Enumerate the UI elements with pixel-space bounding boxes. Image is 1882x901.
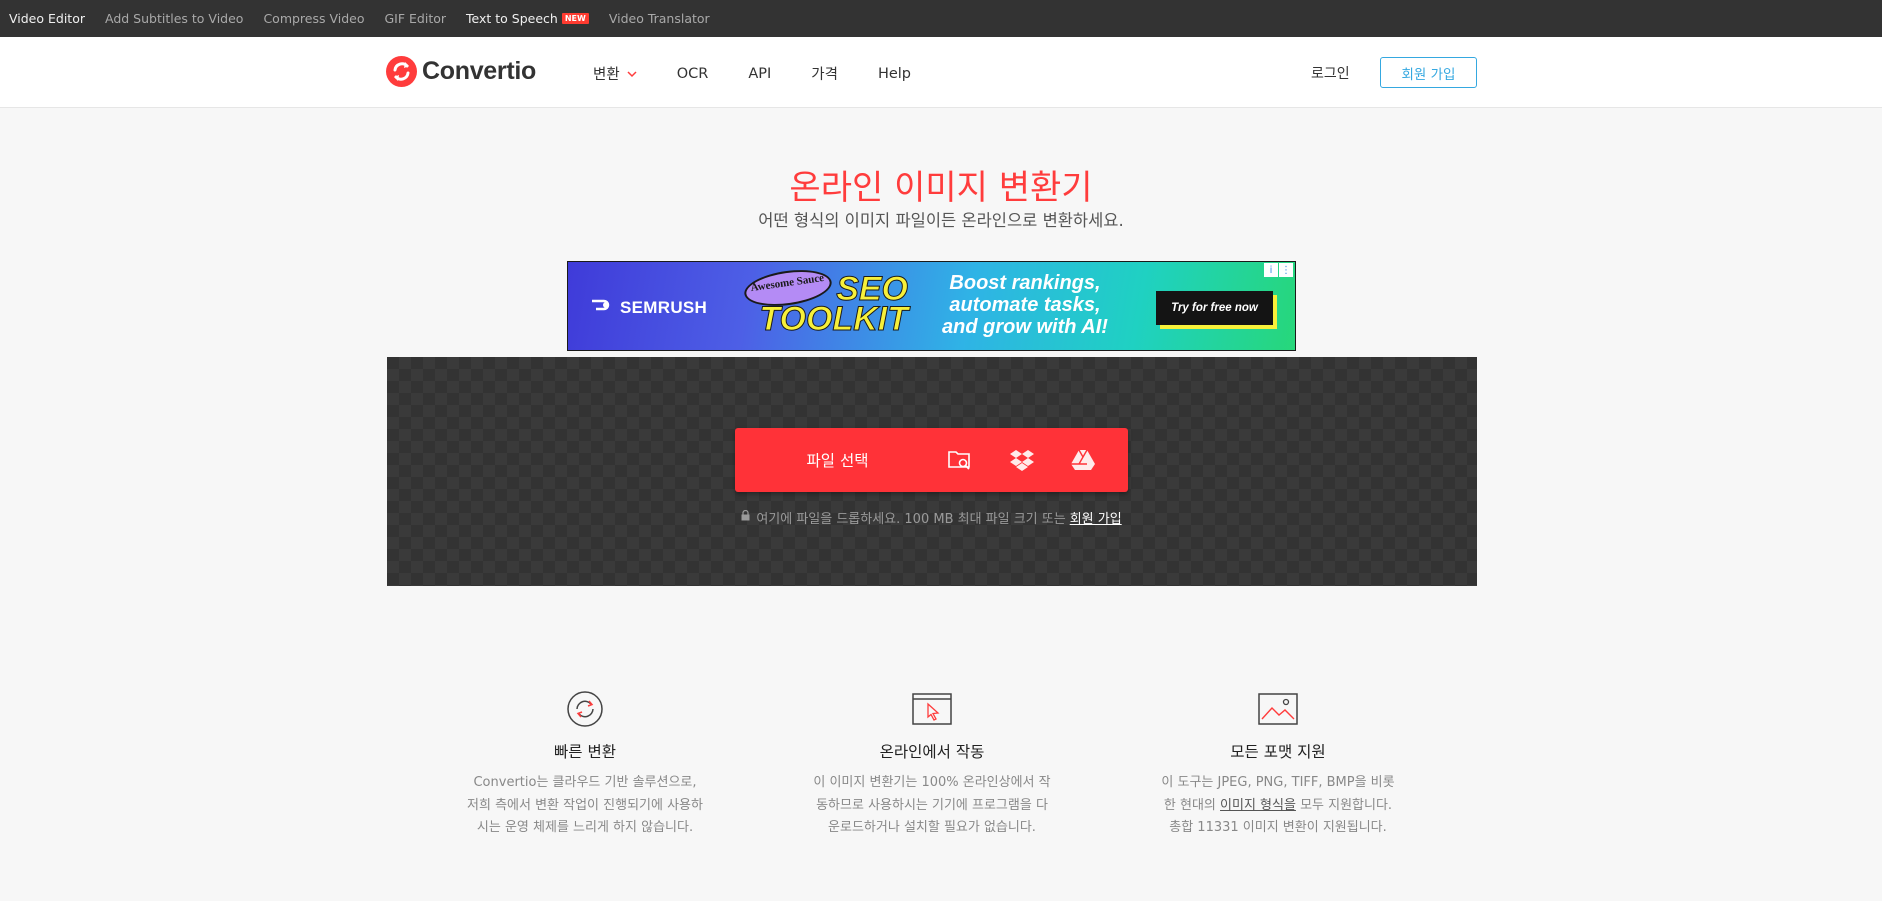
- ad-menu-icon[interactable]: ⋮: [1279, 263, 1293, 277]
- page-subtitle: 어떤 형식의 이미지 파일이든 온라인으로 변환하세요.: [758, 211, 1124, 230]
- topbar-link-text-to-speech[interactable]: Text to Speech NEW: [466, 11, 589, 26]
- feature-text: 이 이미지 변환기는 100% 온라인상에서 작동하므로 사용하시는 기기에 프…: [813, 775, 1051, 835]
- nav-item-label: 변환: [593, 67, 620, 83]
- login-link[interactable]: 로그인: [1311, 63, 1350, 83]
- image-formats-link[interactable]: 이미지 형식을: [1220, 798, 1296, 813]
- feature-fast-conversion: 빠른 변환 Convertio는 클라우드 기반 솔루션으로, 저희 측에서 변…: [460, 691, 710, 840]
- nav-item-help[interactable]: Help: [878, 66, 911, 82]
- logo[interactable]: Convertio: [386, 56, 536, 87]
- signup-button[interactable]: 회원 가입: [1380, 57, 1477, 88]
- drop-hint-text: 여기에 파일을 드롭하세요. 100 MB 최대 파일 크기 또는: [756, 512, 1066, 527]
- chevron-down-icon: [627, 66, 637, 82]
- ad-headline-toolkit: TOOLKIT: [759, 300, 909, 338]
- topbar-link-add-subtitles[interactable]: Add Subtitles to Video: [105, 11, 243, 26]
- topbar-link-compress-video[interactable]: Compress Video: [263, 11, 364, 26]
- image-icon: [1258, 692, 1298, 726]
- ad-banner[interactable]: SEMRUSH Awesome Sauce SEO TOOLKIT Boost …: [567, 261, 1296, 351]
- feature-title: 모든 포맷 지원: [1230, 743, 1326, 761]
- ad-brand-text: SEMRUSH: [620, 297, 708, 317]
- nav-item-api[interactable]: API: [748, 66, 771, 82]
- lock-icon: [741, 509, 750, 525]
- drop-hint-signup-link[interactable]: 회원 가입: [1070, 508, 1122, 527]
- feature-works-online: 온라인에서 작동 이 이미지 변환기는 100% 온라인상에서 작동하므로 사용…: [807, 692, 1057, 840]
- ad-cta-button[interactable]: Try for free now: [1156, 291, 1273, 325]
- ad-headline: SEO TOOLKIT: [758, 272, 909, 338]
- dropbox-icon[interactable]: [1009, 447, 1035, 473]
- semrush-logo-icon: [590, 297, 614, 318]
- feature-title: 온라인에서 작동: [879, 743, 985, 761]
- top-product-bar: Video Editor Add Subtitles to Video Comp…: [0, 0, 1882, 37]
- topbar-link-video-translator[interactable]: Video Translator: [609, 11, 710, 26]
- nav-item-convert[interactable]: 변환: [593, 63, 637, 84]
- feature-all-formats: 모든 포맷 지원 이 도구는 JPEG, PNG, TIFF, BMP을 비롯한…: [1153, 692, 1403, 840]
- browser-cursor-icon: [912, 692, 952, 726]
- nav-item-ocr[interactable]: OCR: [677, 66, 709, 82]
- site-header: Convertio 변환 OCR API 가격 Help 로그인 회원 가입: [0, 37, 1882, 108]
- main-nav: 변환 OCR API 가격 Help: [593, 63, 951, 84]
- ad-info-icon[interactable]: i: [1264, 263, 1278, 277]
- feature-text: Convertio는 클라우드 기반 솔루션으로, 저희 측에서 변환 작업이 …: [467, 775, 703, 835]
- feature-title: 빠른 변환: [554, 743, 616, 761]
- refresh-icon: [565, 691, 605, 727]
- new-badge: NEW: [561, 13, 589, 24]
- feature-text: 이 도구는 JPEG, PNG, TIFF, BMP을 비롯한 현대의 이미지 …: [1153, 772, 1403, 840]
- folder-search-icon[interactable]: [947, 447, 973, 473]
- ad-controls: i ⋮: [1263, 263, 1293, 277]
- page-title: 온라인 이미지 변환기: [789, 168, 1093, 208]
- ad-copy: Boost rankings, automate tasks, and grow…: [942, 272, 1108, 338]
- nav-item-pricing[interactable]: 가격: [811, 63, 838, 84]
- drop-hint: 여기에 파일을 드롭하세요. 100 MB 최대 파일 크기 또는 회원 가입: [735, 508, 1128, 527]
- topbar-link-gif-editor[interactable]: GIF Editor: [385, 11, 447, 26]
- convertio-logo-icon: [386, 56, 417, 87]
- choose-files-label: 파일 선택: [806, 452, 869, 470]
- google-drive-icon[interactable]: [1070, 447, 1096, 473]
- choose-files-button[interactable]: 파일 선택: [735, 428, 1128, 492]
- topbar-link-video-editor[interactable]: Video Editor: [9, 11, 85, 26]
- logo-text: Convertio: [422, 57, 536, 85]
- topbar-link-label: Text to Speech: [466, 11, 558, 26]
- ad-brand: SEMRUSH: [590, 297, 707, 318]
